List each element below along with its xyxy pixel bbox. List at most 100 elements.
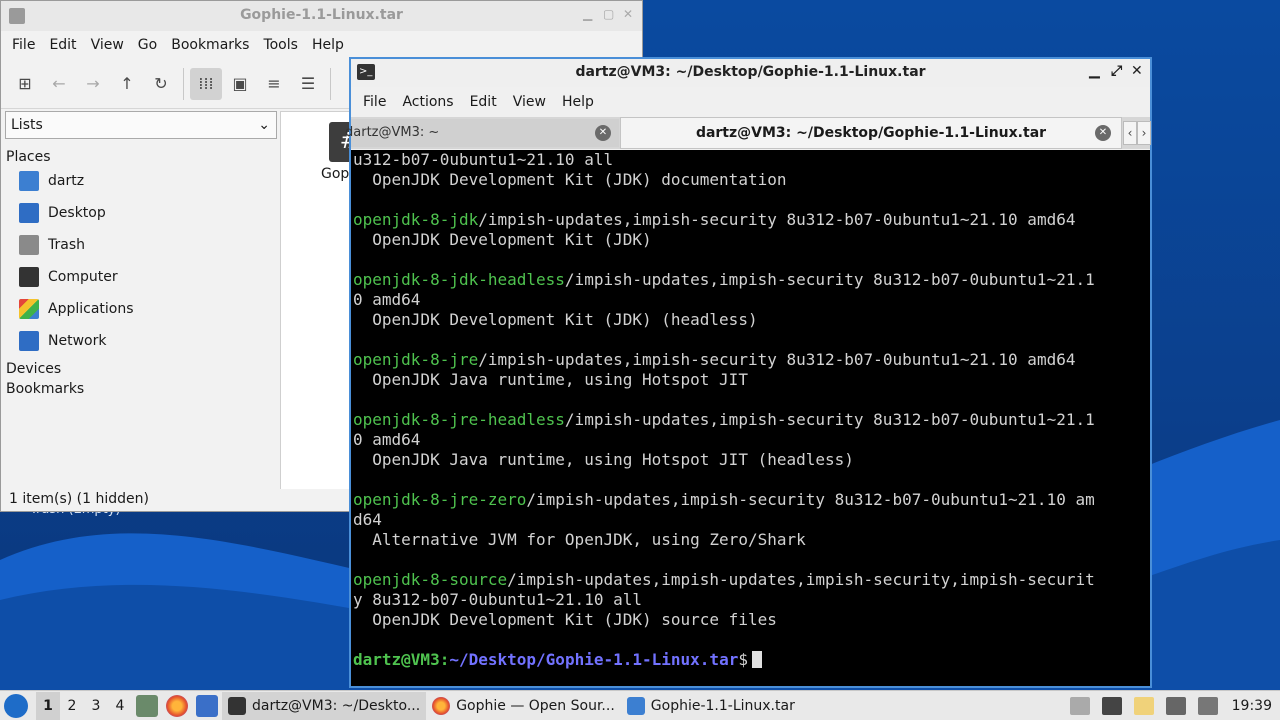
sidebar-view-select-value: Lists xyxy=(11,117,43,133)
up-icon[interactable]: ↑ xyxy=(111,68,143,100)
sidebar-item-applications[interactable]: Applications xyxy=(3,293,279,325)
sidebar-heading-devices[interactable]: Devices xyxy=(3,361,279,377)
start-menu-icon[interactable] xyxy=(4,693,28,718)
chevron-down-icon: ⌄ xyxy=(258,117,270,133)
sidebar-item-dartz[interactable]: dartz xyxy=(3,165,279,197)
menu-help[interactable]: Help xyxy=(305,37,351,53)
menu-view[interactable]: View xyxy=(505,94,554,110)
sidebar-view-select[interactable]: Lists ⌄ xyxy=(5,111,277,139)
workspace-3[interactable]: 3 xyxy=(84,692,108,720)
terminal-prompt-line[interactable]: dartz@VM3:~/Desktop/Gophie-1.1-Linux.tar… xyxy=(353,650,1150,670)
toolbar-divider xyxy=(330,67,331,100)
tab-gophie[interactable]: dartz@VM3: ~/Desktop/Gophie-1.1-Linux.ta… xyxy=(620,117,1122,149)
show-desktop-icon[interactable] xyxy=(196,694,218,717)
menu-edit[interactable]: Edit xyxy=(462,94,505,110)
minimize-icon[interactable]: ▁ xyxy=(1089,63,1100,79)
menu-tools[interactable]: Tools xyxy=(256,37,305,53)
tab-home[interactable]: dartz@VM3: ~ ✕ xyxy=(345,119,619,147)
icon-view-icon[interactable]: ⁞⁞⁞ xyxy=(190,67,222,100)
clock[interactable]: 19:39 xyxy=(1224,698,1280,714)
tab-close-icon[interactable]: ✕ xyxy=(1095,125,1111,141)
home-folder-icon xyxy=(19,171,39,191)
sidebar-item-computer[interactable]: Computer xyxy=(3,261,279,293)
file-manager-titlebar[interactable]: Gophie-1.1-Linux.tar ▁ ▢ ✕ xyxy=(1,1,642,31)
back-icon[interactable]: ← xyxy=(43,68,75,100)
line-text: 0 amd64 xyxy=(353,290,421,309)
package-name: openjdk-8-jdk-headless xyxy=(353,270,565,289)
terminal-line: OpenJDK Development Kit (JDK) (headless) xyxy=(353,310,1150,330)
compact-view-icon[interactable]: ≡ xyxy=(258,68,290,100)
prompt-path: ~/Desktop/Gophie-1.1-Linux.tar xyxy=(449,650,739,669)
menu-view[interactable]: View xyxy=(84,37,131,53)
tab-scroll-right-icon[interactable]: › xyxy=(1137,121,1151,145)
volume-icon[interactable] xyxy=(1101,697,1122,715)
folder-icon xyxy=(626,696,645,715)
menu-bookmarks[interactable]: Bookmarks xyxy=(164,37,256,53)
tab-close-icon[interactable]: ✕ xyxy=(595,125,611,141)
maximize-icon[interactable]: ⤢ xyxy=(1111,63,1122,79)
taskbar: 1 2 3 4 dartz@VM3: ~/Deskto... Gophie — … xyxy=(0,690,1280,720)
menu-help[interactable]: Help xyxy=(554,94,602,110)
line-text: OpenJDK Java runtime, using Hotspot JIT … xyxy=(353,450,854,469)
workspace-2[interactable]: 2 xyxy=(60,692,84,720)
file-manager-menubar: File Edit View Go Bookmarks Tools Help xyxy=(1,31,642,59)
prompt-separator: : xyxy=(439,650,450,669)
workspace-1[interactable]: 1 xyxy=(36,691,60,720)
sidebar-item-desktop[interactable]: Desktop xyxy=(3,197,279,229)
tray-expand-icon[interactable] xyxy=(1069,697,1090,715)
menu-file[interactable]: File xyxy=(355,94,394,110)
terminal-line: OpenJDK Java runtime, using Hotspot JIT … xyxy=(353,450,1150,470)
close-icon[interactable]: ✕ xyxy=(1131,63,1143,79)
task-firefox[interactable]: Gophie — Open Sour... xyxy=(426,692,621,720)
terminal-line: openjdk-8-jre-zero/impish-updates,impish… xyxy=(353,490,1150,510)
sidebar-heading-places[interactable]: Places xyxy=(3,149,279,165)
detailed-list-view-icon[interactable]: ☰ xyxy=(292,68,324,100)
computer-icon xyxy=(19,267,39,287)
terminal-title: dartz@VM3: ~/Desktop/Gophie-1.1-Linux.ta… xyxy=(575,64,926,80)
line-text: 0 amd64 xyxy=(353,430,421,449)
menu-file[interactable]: File xyxy=(5,37,42,53)
line-text: OpenJDK Development Kit (JDK) (headless) xyxy=(353,310,758,329)
terminal-line: openjdk-8-source/impish-updates,impish-u… xyxy=(353,570,1150,590)
terminal-line: openjdk-8-jre/impish-updates,impish-secu… xyxy=(353,350,1150,370)
sidebar-item-label: Computer xyxy=(48,269,118,285)
sidebar-item-label: Network xyxy=(48,333,107,349)
terminal-window: >_ dartz@VM3: ~/Desktop/Gophie-1.1-Linux… xyxy=(345,57,1152,688)
sidebar-heading-bookmarks[interactable]: Bookmarks xyxy=(3,381,279,397)
sidebar-item-network[interactable]: Network xyxy=(3,325,279,357)
terminal-screen[interactable]: u312-b07-0ubuntu1~21.10 all OpenJDK Deve… xyxy=(351,150,1150,686)
maximize-icon[interactable]: ▢ xyxy=(603,7,614,21)
terminal-line: openjdk-8-jdk-headless/impish-updates,im… xyxy=(353,270,1150,290)
file-manager-launcher-icon[interactable] xyxy=(136,694,158,717)
battery-icon[interactable] xyxy=(1197,697,1218,715)
line-text: OpenJDK Java runtime, using Hotspot JIT xyxy=(353,370,748,389)
minimize-icon[interactable]: ▁ xyxy=(583,7,592,21)
close-icon[interactable]: ✕ xyxy=(623,7,633,21)
menu-actions[interactable]: Actions xyxy=(394,94,461,110)
tab-scroll-left-icon[interactable]: ‹ xyxy=(1123,121,1137,145)
firefox-launcher-icon[interactable] xyxy=(166,694,188,717)
tab-label: dartz@VM3: ~ xyxy=(345,125,440,140)
thumbnail-view-icon[interactable]: ▣ xyxy=(224,68,256,100)
workspace-4[interactable]: 4 xyxy=(108,692,132,720)
terminal-titlebar[interactable]: >_ dartz@VM3: ~/Desktop/Gophie-1.1-Linux… xyxy=(351,59,1150,87)
task-file-manager[interactable]: Gophie-1.1-Linux.tar xyxy=(621,692,801,720)
line-text: d64 xyxy=(353,510,382,529)
menu-go[interactable]: Go xyxy=(131,37,164,53)
reload-icon[interactable]: ↻ xyxy=(145,68,177,100)
menu-edit[interactable]: Edit xyxy=(42,37,83,53)
task-terminal[interactable]: dartz@VM3: ~/Deskto... xyxy=(222,691,427,720)
clipboard-icon[interactable] xyxy=(1133,697,1154,715)
file-manager-title: Gophie-1.1-Linux.tar xyxy=(240,7,403,23)
line-text: u312-b07-0ubuntu1~21.10 all xyxy=(353,150,614,169)
new-tab-icon[interactable]: ⊞ xyxy=(9,68,41,100)
network-tray-icon[interactable] xyxy=(1165,697,1186,715)
file-item-label[interactable]: Gop xyxy=(321,166,349,182)
sidebar-item-label: Applications xyxy=(48,301,134,317)
firefox-icon xyxy=(432,696,451,715)
system-tray: 19:39 xyxy=(1064,691,1280,720)
terminal-line: u312-b07-0ubuntu1~21.10 all xyxy=(353,150,1150,170)
forward-icon[interactable]: → xyxy=(77,68,109,100)
sidebar-item-trash[interactable]: Trash xyxy=(3,229,279,261)
